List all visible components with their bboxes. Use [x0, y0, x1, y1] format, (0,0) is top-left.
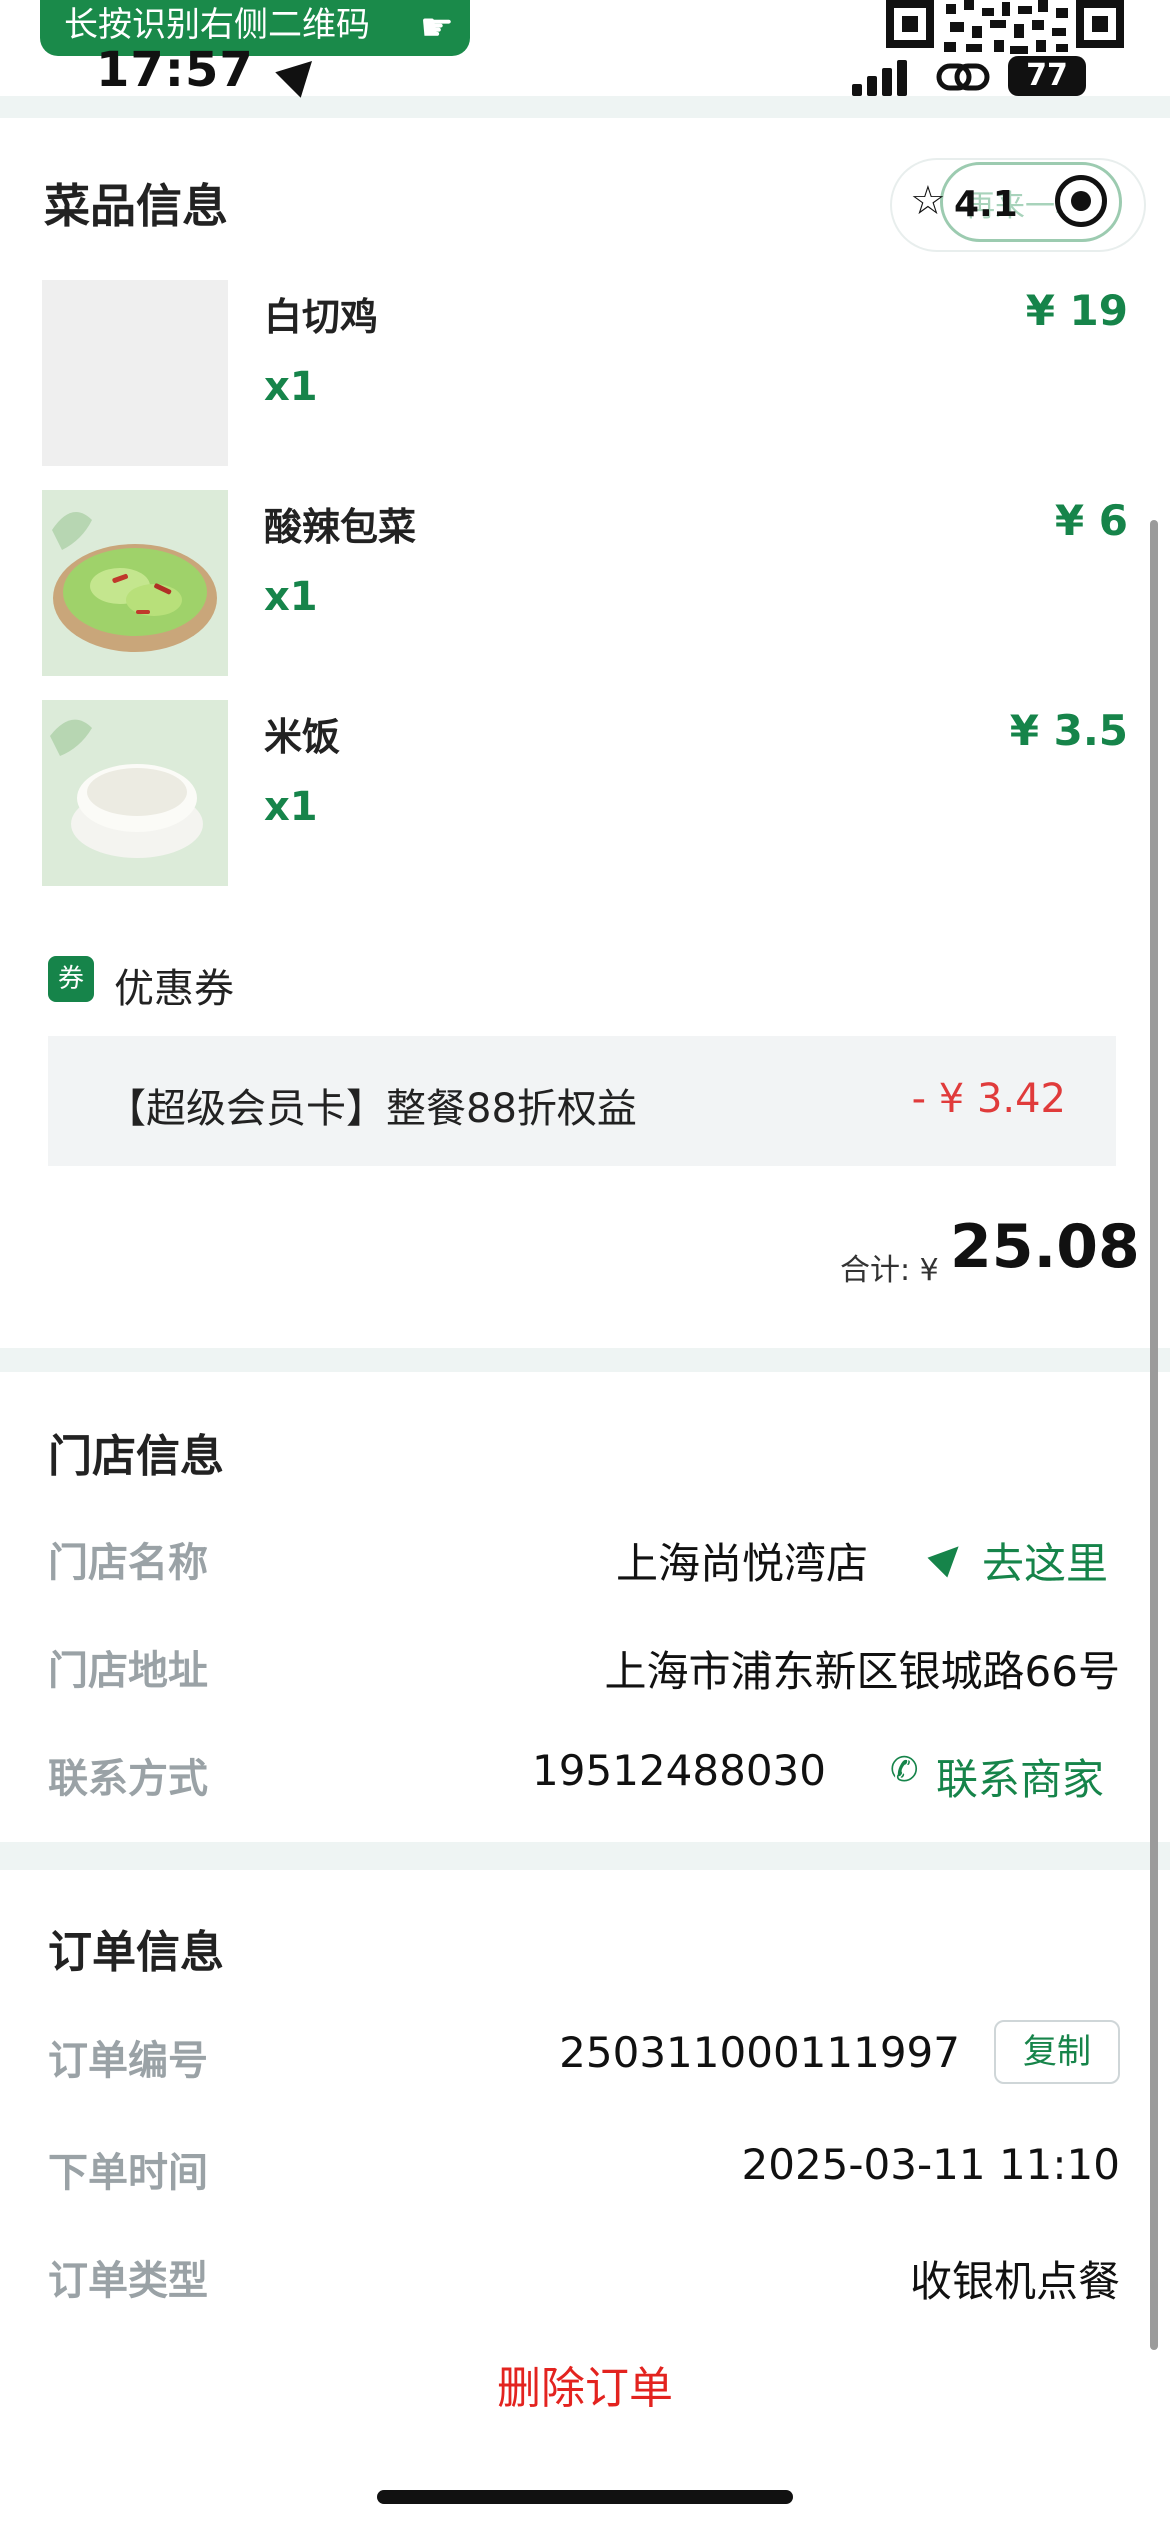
home-indicator[interactable] [377, 2490, 793, 2504]
order-time-value: 2025-03-11 11:10 [741, 2140, 1120, 2189]
dish-name: 酸辣包菜 [264, 505, 417, 549]
qr-code-icon[interactable] [886, 0, 1124, 56]
qr-hint-text: 长按识别右侧二维码 [64, 5, 370, 45]
status-time: 17:57 [96, 42, 325, 98]
coupon-badge-icon: 券 [48, 956, 94, 1002]
scrollbar[interactable] [1150, 520, 1158, 2350]
coupon-name: 【超级会员卡】整餐88折权益 [106, 1086, 637, 1132]
order-title: 订单信息 [48, 1927, 224, 1978]
total-value: 25.08 [950, 1212, 1140, 1282]
dish-qty: x1 [264, 784, 318, 830]
location-arrow-icon [274, 48, 325, 98]
reorder-rating-pill[interactable]: 再来一单 ☆ 4.1 [892, 160, 1144, 250]
store-address-value: 上海市浦东新区银城路66号 [604, 1647, 1120, 1696]
dish-qty: x1 [264, 574, 318, 620]
delete-order-button[interactable]: 删除订单 [0, 2352, 1170, 2416]
phone-icon: ✆ [890, 1750, 919, 1790]
copy-button[interactable]: 复制 [994, 2020, 1120, 2084]
dish-name: 白切鸡 [264, 295, 379, 339]
pointing-hand-icon: ☛ [419, 5, 454, 49]
dish-price: ¥ 3.5 [1009, 706, 1128, 755]
store-name-value: 上海尚悦湾店 [615, 1539, 868, 1588]
dish-image-placeholder [42, 280, 228, 466]
battery-indicator: 77 [1008, 56, 1086, 96]
star-icon: ☆ [910, 178, 946, 224]
cabbage-dish-image [42, 490, 228, 676]
dish-name: 米饭 [264, 715, 341, 759]
cellular-signal-icon [852, 60, 912, 96]
dish-qty: x1 [264, 364, 318, 410]
coupon-discount: - ¥ 3.42 [911, 1076, 1066, 1122]
contact-label: 联系方式 [48, 1756, 208, 1802]
order-type-value: 收银机点餐 [909, 2257, 1120, 2306]
total-label: 合计: ¥ [840, 1253, 939, 1288]
dish-price: ¥ 19 [1025, 286, 1128, 335]
dishes-title: 菜品信息 [44, 179, 228, 233]
time-text: 17:57 [96, 42, 254, 98]
store-address-label: 门店地址 [48, 1648, 208, 1694]
contact-phone[interactable]: 19512488030 [480, 1746, 826, 1795]
order-type-label: 订单类型 [48, 2258, 208, 2304]
contact-merchant-label: 联系商家 [936, 1755, 1105, 1804]
dish-price: ¥ 6 [1054, 496, 1128, 545]
order-number-label: 订单编号 [48, 2038, 208, 2084]
order-number-value: 250311000111997 [559, 2028, 960, 2077]
store-title: 门店信息 [48, 1431, 224, 1482]
rice-dish-image [42, 700, 228, 886]
record-icon [1055, 175, 1107, 227]
link-icon [936, 63, 990, 91]
order-time-label: 下单时间 [48, 2150, 208, 2196]
store-name-label: 门店名称 [48, 1540, 208, 1586]
coupon-label: 优惠券 [114, 966, 234, 1012]
navigate-label: 去这里 [982, 1539, 1109, 1588]
rating-value: 4.1 [954, 184, 1018, 225]
